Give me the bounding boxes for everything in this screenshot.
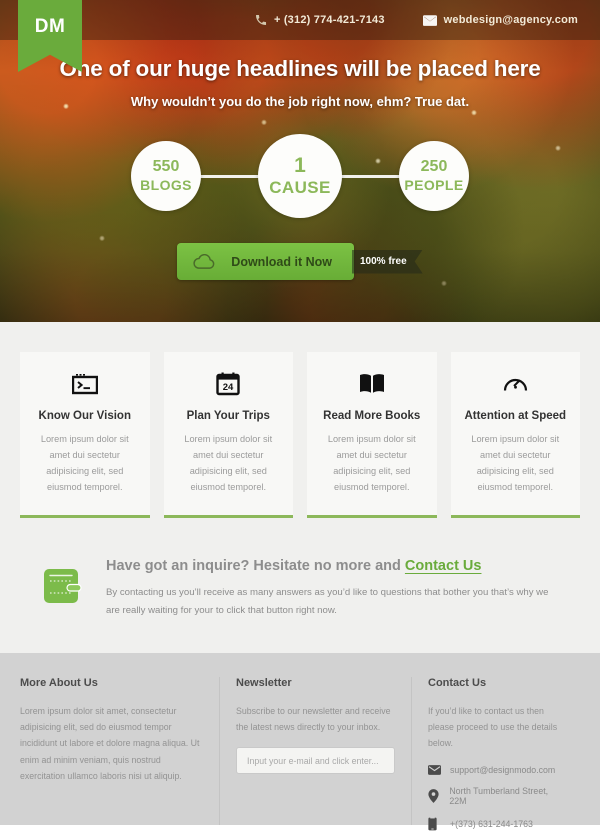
topbar-email-text: webdesign@agency.com: [443, 14, 578, 26]
stat-label: PEOPLE: [404, 177, 464, 194]
contact-row-email[interactable]: support@designmodo.com: [428, 765, 564, 775]
calendar-icon: 24: [176, 370, 282, 398]
footer-contact-heading: Contact Us: [428, 676, 487, 689]
footer-column-newsletter: Newsletter Subscribe to our newsletter a…: [220, 676, 412, 825]
stat-label: BLOGS: [140, 177, 192, 194]
envelope-icon: [422, 14, 437, 26]
feature-body: Lorem ipsum dolor sit amet dui sectetur …: [471, 434, 560, 493]
footer-contact-list: support@designmodo.com North Tumberland …: [428, 765, 564, 831]
download-button-label: Download it Now: [231, 254, 332, 269]
features-section: Know Our Vision Lorem ipsum dolor sit am…: [0, 322, 600, 551]
footer-column-contact: Contact Us If you’d like to contact us t…: [412, 676, 580, 831]
feature-card-plan-your-trips[interactable]: 24 Plan Your Trips Lorem ipsum dolor sit…: [163, 352, 293, 519]
stat-label: CAUSE: [269, 178, 331, 198]
feature-body: Lorem ipsum dolor sit amet dui sectetur …: [184, 434, 273, 493]
feature-card-attention-at-speed[interactable]: Attention at Speed Lorem ipsum dolor sit…: [450, 352, 580, 519]
location-pin-icon: [428, 788, 449, 803]
hero-headline: One of our huge headlines will be placed…: [59, 56, 541, 81]
landing-page: + (312) 774-421-7143 webdesign@agency.co…: [0, 0, 600, 831]
wallet-icon-wrap: [20, 558, 106, 613]
cloud-icon: [193, 253, 215, 270]
footer-newsletter-heading: Newsletter: [236, 676, 292, 689]
envelope-icon: [428, 764, 450, 775]
hero-content: One of our huge headlines will be placed…: [0, 56, 600, 280]
stat-circle-blogs: 550 BLOGS: [131, 141, 201, 211]
footer-contact-body: If you’d like to contact us then please …: [428, 705, 558, 749]
stat-number: 550: [152, 158, 180, 176]
contact-row-address[interactable]: North Tumberland Street, 22M: [428, 786, 564, 806]
topbar-phone[interactable]: + (312) 774-421-7143: [255, 14, 385, 26]
inquire-text-block: Have got an inquire? Hesitate no more an…: [106, 558, 580, 619]
topbar-email[interactable]: webdesign@agency.com: [422, 14, 578, 26]
stat-circle-cause: 1 CAUSE: [258, 134, 342, 218]
contact-us-link[interactable]: Contact Us: [405, 558, 482, 574]
logo-text: DM: [34, 16, 66, 37]
contact-row-text: North Tumberland Street, 22M: [449, 785, 549, 806]
svg-text:24: 24: [223, 382, 234, 393]
feature-body: Lorem ipsum dolor sit amet dui sectetur …: [40, 434, 129, 493]
hero-section: + (312) 774-421-7143 webdesign@agency.co…: [0, 0, 600, 322]
footer-newsletter-body: Subscribe to our newsletter and receive …: [236, 705, 391, 733]
stat-circle-people: 250 PEOPLE: [399, 141, 469, 211]
feature-title: Plan Your Trips: [186, 410, 270, 422]
inquire-section: Have got an inquire? Hesitate no more an…: [0, 550, 600, 653]
footer-about-heading: More About Us: [20, 676, 98, 689]
contact-row-text: +(373) 631-244-1763: [450, 818, 533, 829]
stat-number: 1: [294, 154, 306, 178]
top-contact-bar: + (312) 774-421-7143 webdesign@agency.co…: [0, 0, 600, 40]
newsletter-email-input[interactable]: [236, 747, 395, 775]
feature-title: Attention at Speed: [464, 410, 567, 422]
feature-title: Read More Books: [323, 410, 421, 422]
contact-row-text: support@designmodo.com: [450, 764, 556, 775]
stat-number: 250: [420, 158, 448, 176]
download-cta-group: Download it Now 100% free: [0, 243, 600, 280]
free-badge: 100% free: [352, 250, 423, 274]
footer-column-about: More About Us Lorem ipsum dolor sit amet…: [20, 676, 220, 825]
inquire-title: Have got an inquire? Hesitate no more an…: [106, 558, 560, 574]
feature-title: Know Our Vision: [38, 410, 131, 422]
feature-card-know-our-vision[interactable]: Know Our Vision Lorem ipsum dolor sit am…: [20, 352, 150, 519]
inquire-body: By contacting us you’ll receive as many …: [106, 587, 549, 616]
inquire-title-prefix: Have got an inquire? Hesitate no more an…: [106, 558, 405, 575]
phone-icon: [255, 14, 267, 26]
phone-icon: [428, 816, 450, 831]
terminal-icon: [32, 370, 138, 398]
topbar-phone-text: + (312) 774-421-7143: [273, 14, 385, 26]
feature-body: Lorem ipsum dolor sit amet dui sectetur …: [327, 434, 416, 493]
wallet-icon: [41, 564, 85, 613]
download-button[interactable]: Download it Now: [177, 243, 354, 280]
stats-row: 550 BLOGS 1 CAUSE 250 PEOPLE: [0, 131, 600, 221]
footer: More About Us Lorem ipsum dolor sit amet…: [0, 652, 600, 831]
hero-subheadline: Why wouldn’t you do the job right now, e…: [130, 94, 470, 109]
speedometer-icon: [463, 370, 569, 398]
contact-row-phone[interactable]: +(373) 631-244-1763: [428, 816, 564, 831]
book-icon: [319, 370, 425, 398]
footer-about-body: Lorem ipsum dolor sit amet, consectetur …: [20, 705, 200, 781]
feature-card-read-more-books[interactable]: Read More Books Lorem ipsum dolor sit am…: [307, 352, 437, 519]
